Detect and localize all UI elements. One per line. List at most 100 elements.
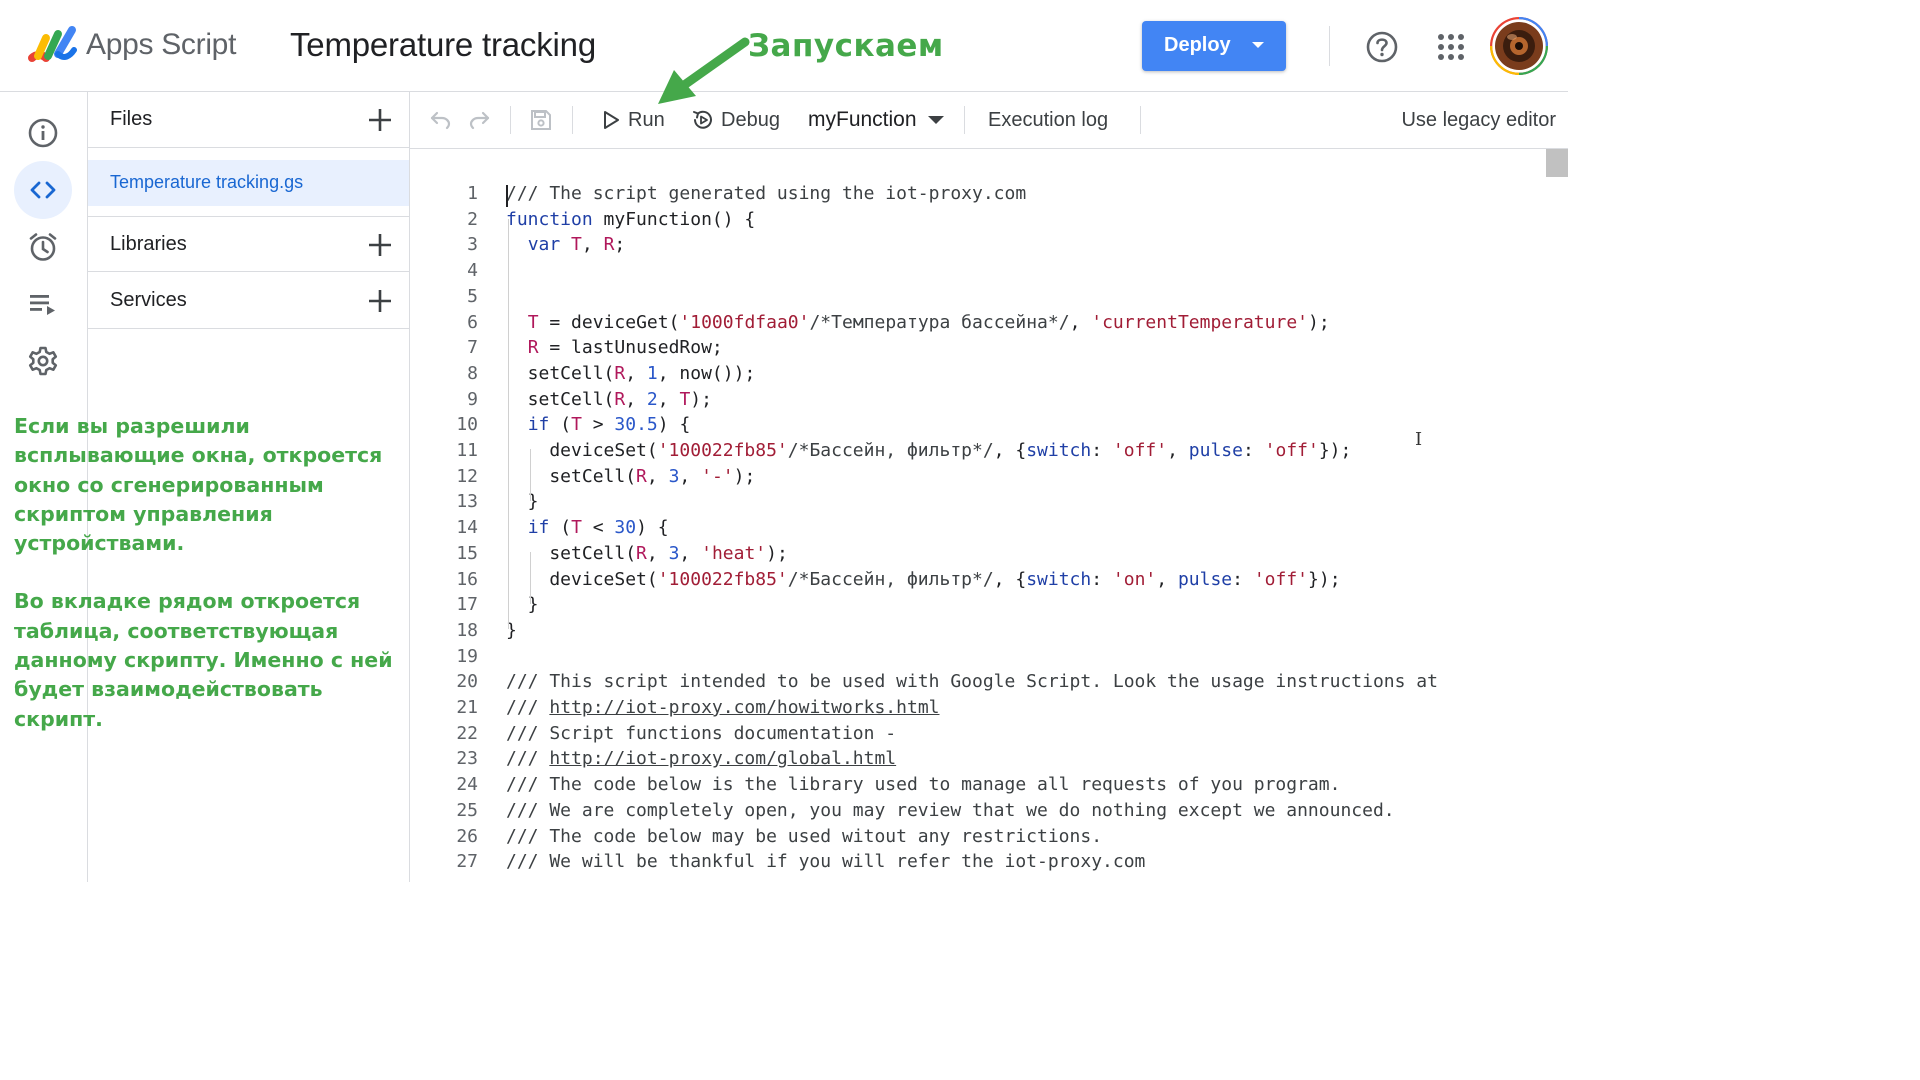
annotation-text: Если вы разрешили всплывающие окна, откр… <box>14 412 414 763</box>
line-number: 21 <box>456 697 478 718</box>
annotation-run: Запускаем <box>748 28 944 64</box>
line-number: 7 <box>467 337 478 359</box>
toolbar-divider <box>572 106 573 134</box>
toolbar-divider <box>510 106 511 134</box>
debug-icon <box>693 110 712 129</box>
rail-overview[interactable] <box>14 104 72 162</box>
line-number: 16 <box>456 568 478 590</box>
line-number: 9 <box>467 388 478 410</box>
legacy-editor-button[interactable]: Use legacy editor <box>1401 92 1556 148</box>
line-number: 12 <box>456 465 478 487</box>
rail-triggers[interactable] <box>14 218 72 276</box>
annotation-paragraph: Во вкладке рядом откроется таблица, соот… <box>14 589 393 731</box>
help-icon[interactable] <box>1364 29 1400 65</box>
line-number: 20 <box>456 671 478 693</box>
code-text: R = lastUnusedRow; <box>527 337 723 359</box>
deploy-button[interactable]: Deploy <box>1142 21 1286 71</box>
header-divider <box>1329 26 1330 66</box>
code-text: /// http://iot-proxy.com/howitworks.html <box>506 697 940 718</box>
apps-grid-icon[interactable] <box>1436 32 1466 62</box>
annotation-arrow-icon <box>658 37 750 104</box>
code-text: } <box>506 491 539 513</box>
code-text: setCell(R, 1, now()); <box>506 362 756 384</box>
code-text: /// The code below may be used witout an… <box>506 825 1103 847</box>
code-text: /// Script functions documentation - <box>506 722 897 744</box>
code-text: setCell(R, 2, T); <box>506 388 712 410</box>
line-number: 8 <box>467 362 478 384</box>
code-text: setCell(R, 3, '-'); <box>506 465 756 487</box>
line-number: 6 <box>467 311 478 333</box>
file-name: Temperature tracking.gs <box>110 172 304 192</box>
caret-down-icon[interactable] <box>1250 37 1266 53</box>
line-number: 23 <box>456 748 478 770</box>
rail-settings[interactable] <box>14 332 72 390</box>
text-cursor <box>506 185 508 207</box>
line-number: 24 <box>456 774 478 796</box>
caret-down-icon <box>927 116 944 124</box>
line-number: 26 <box>456 825 478 847</box>
code-text: var T, R; <box>527 234 626 256</box>
line-number: 10 <box>456 414 478 436</box>
function-name: myFunction <box>808 108 917 131</box>
info-icon <box>28 118 58 148</box>
line-number: 2 <box>467 208 478 230</box>
execution-log-label: Execution log <box>988 108 1109 131</box>
save-icon[interactable] <box>529 108 553 132</box>
code-text: /// We will be thankful if you will refe… <box>506 851 1146 873</box>
annotation-paragraph: Если вы разрешили всплывающие окна, откр… <box>14 414 383 556</box>
files-header: Files <box>88 92 409 148</box>
line-number: 18 <box>456 619 478 641</box>
libraries-header[interactable]: Libraries <box>88 216 409 272</box>
play-icon <box>604 111 619 129</box>
execution-log-button[interactable]: Execution log <box>988 92 1108 148</box>
files-title: Files <box>110 108 153 130</box>
services-header[interactable]: Services <box>88 273 409 329</box>
code-text: function myFunction() { <box>506 208 756 230</box>
code-text: /// This script intended to be used with… <box>506 671 1438 693</box>
line-number: 19 <box>456 645 478 667</box>
line-number: 3 <box>467 234 478 256</box>
code-text: if (T > 30.5) { <box>527 414 691 436</box>
add-file-icon[interactable] <box>367 107 393 133</box>
code-text: setCell(R, 3, 'heat'); <box>506 542 788 564</box>
code-text: deviceSet('100022fb85'/*Бассейн, фильтр*… <box>506 440 1352 461</box>
toolbar-divider <box>1140 106 1141 134</box>
line-number: 5 <box>467 285 478 307</box>
rail-executions[interactable] <box>14 275 72 333</box>
code-text: /// The code below is the library used t… <box>506 774 1341 796</box>
debug-label: Debug <box>721 108 780 131</box>
scrollbar-thumb[interactable] <box>1546 149 1568 177</box>
indent-guide <box>530 449 531 501</box>
code-text: /// The script generated using the iot-p… <box>506 183 1027 204</box>
run-label: Run <box>628 108 665 131</box>
vertical-scrollbar[interactable] <box>1546 149 1568 882</box>
line-number: 17 <box>456 594 478 616</box>
code-text: /// We are completely open, you may revi… <box>506 799 1395 821</box>
editor-toolbar: Run Debug myFunction Execution log Use l… <box>410 92 1568 149</box>
libraries-title: Libraries <box>110 233 187 255</box>
line-number: 27 <box>456 851 478 873</box>
undo-icon[interactable] <box>428 108 452 132</box>
code-editor[interactable]: 1 /// The script generated using the iot-… <box>410 149 1568 882</box>
services-title: Services <box>110 289 187 311</box>
avatar[interactable] <box>1490 17 1548 75</box>
indent-guide <box>530 552 531 604</box>
line-number: 4 <box>467 260 478 282</box>
toolbar-divider <box>964 106 965 134</box>
redo-icon[interactable] <box>468 108 492 132</box>
line-number: 22 <box>456 722 478 744</box>
project-title[interactable]: Temperature tracking <box>290 26 596 64</box>
app-name[interactable]: Apps Script <box>86 28 236 62</box>
rail-editor[interactable] <box>14 161 72 219</box>
add-library-icon[interactable] <box>367 232 393 258</box>
line-number: 1 <box>467 183 478 204</box>
add-service-icon[interactable] <box>367 288 393 314</box>
code-text: if (T < 30) { <box>527 517 669 539</box>
line-number: 14 <box>456 517 478 539</box>
file-item[interactable]: Temperature tracking.gs <box>88 160 409 206</box>
apps-script-logo[interactable] <box>28 24 78 66</box>
legacy-editor-label: Use legacy editor <box>1401 108 1556 131</box>
code-text: } <box>506 594 539 616</box>
executions-icon <box>30 295 55 315</box>
function-selector[interactable]: myFunction <box>808 92 945 148</box>
